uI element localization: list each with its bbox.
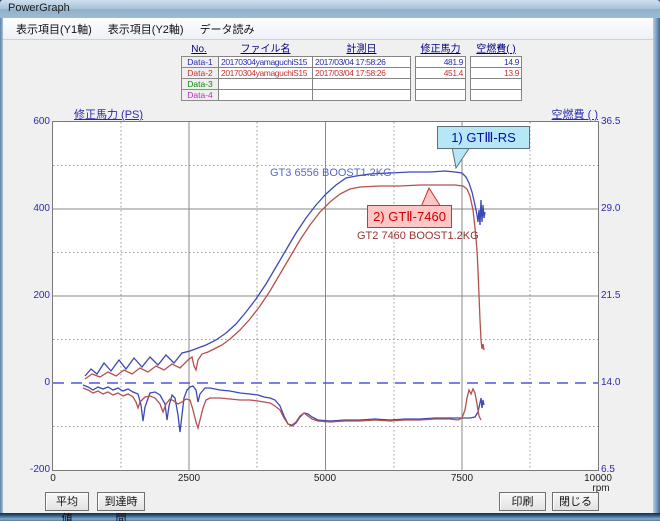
callout-gt3-rs[interactable]: 1) GTⅢ-RS	[437, 126, 530, 149]
x-tick-0: 0	[28, 473, 78, 484]
callout1-tail	[452, 147, 470, 168]
y1-axis-title: 修正馬力 (PS)	[74, 106, 143, 122]
average-button[interactable]: 平均値	[45, 492, 89, 511]
window-border-right	[653, 18, 660, 513]
curve-label-gt3: GT3 6556 BOOST1.2KG	[270, 167, 392, 179]
date-field-data4[interactable]	[312, 89, 411, 101]
print-button[interactable]: 印刷	[499, 492, 546, 511]
title-bar[interactable]: PowerGraph	[0, 0, 660, 19]
y2-axis-title: 空燃費 ( )	[520, 106, 598, 122]
x-tick-2500: 2500	[164, 473, 214, 484]
menu-display-y2[interactable]: 表示項目(Y2軸)	[100, 18, 192, 40]
file-field-data4[interactable]	[218, 89, 313, 101]
col-header-afr: 空燃費( )	[470, 44, 522, 55]
y1-tick-400: 400	[18, 203, 50, 215]
powergraph-window: PowerGraph 表示項目(Y1軸) 表示項目(Y2軸) データ読み No.…	[0, 0, 660, 521]
col-header-date: 計測日	[312, 44, 411, 55]
x-tick-7500: 7500	[437, 473, 487, 484]
power-field-data4[interactable]	[415, 89, 466, 101]
y2-tick-29-0: 29.0	[601, 203, 637, 215]
y1-tick-200: 200	[18, 290, 50, 302]
x-tick-5000: 5000	[300, 473, 350, 484]
window-border-bottom	[0, 513, 660, 521]
y2-tick-14-0: 14.0	[601, 377, 637, 389]
menu-bar: 表示項目(Y1軸) 表示項目(Y2軸) データ読み	[3, 18, 653, 40]
series-Data-2 空燃費	[83, 388, 481, 428]
reach-time-button[interactable]: 到達時間	[97, 492, 145, 511]
y1-tick-600: 600	[18, 116, 50, 128]
curve-label-gt2: GT2 7460 BOOST1.2KG	[357, 230, 479, 242]
series-Data-1 空燃費	[83, 385, 484, 432]
col-header-power: 修正馬力	[415, 44, 466, 55]
window-border-left	[0, 18, 3, 513]
window-title: PowerGraph	[8, 2, 70, 14]
y2-tick-21-5: 21.5	[601, 290, 637, 302]
menu-display-y1[interactable]: 表示項目(Y1軸)	[8, 18, 100, 40]
menu-data-load[interactable]: データ読み	[192, 18, 263, 40]
col-header-no: No.	[181, 44, 217, 55]
row-label-data4[interactable]: Data-4	[181, 89, 219, 101]
y2-tick-36-5: 36.5	[601, 116, 637, 128]
afr-field-data4[interactable]	[470, 89, 522, 101]
y1-tick-0: 0	[18, 377, 50, 389]
callout-gt2-7460[interactable]: 2) GTⅡ-7460	[367, 205, 452, 228]
close-button[interactable]: 閉じる	[552, 492, 599, 511]
col-header-file: ファイル名	[218, 44, 313, 55]
